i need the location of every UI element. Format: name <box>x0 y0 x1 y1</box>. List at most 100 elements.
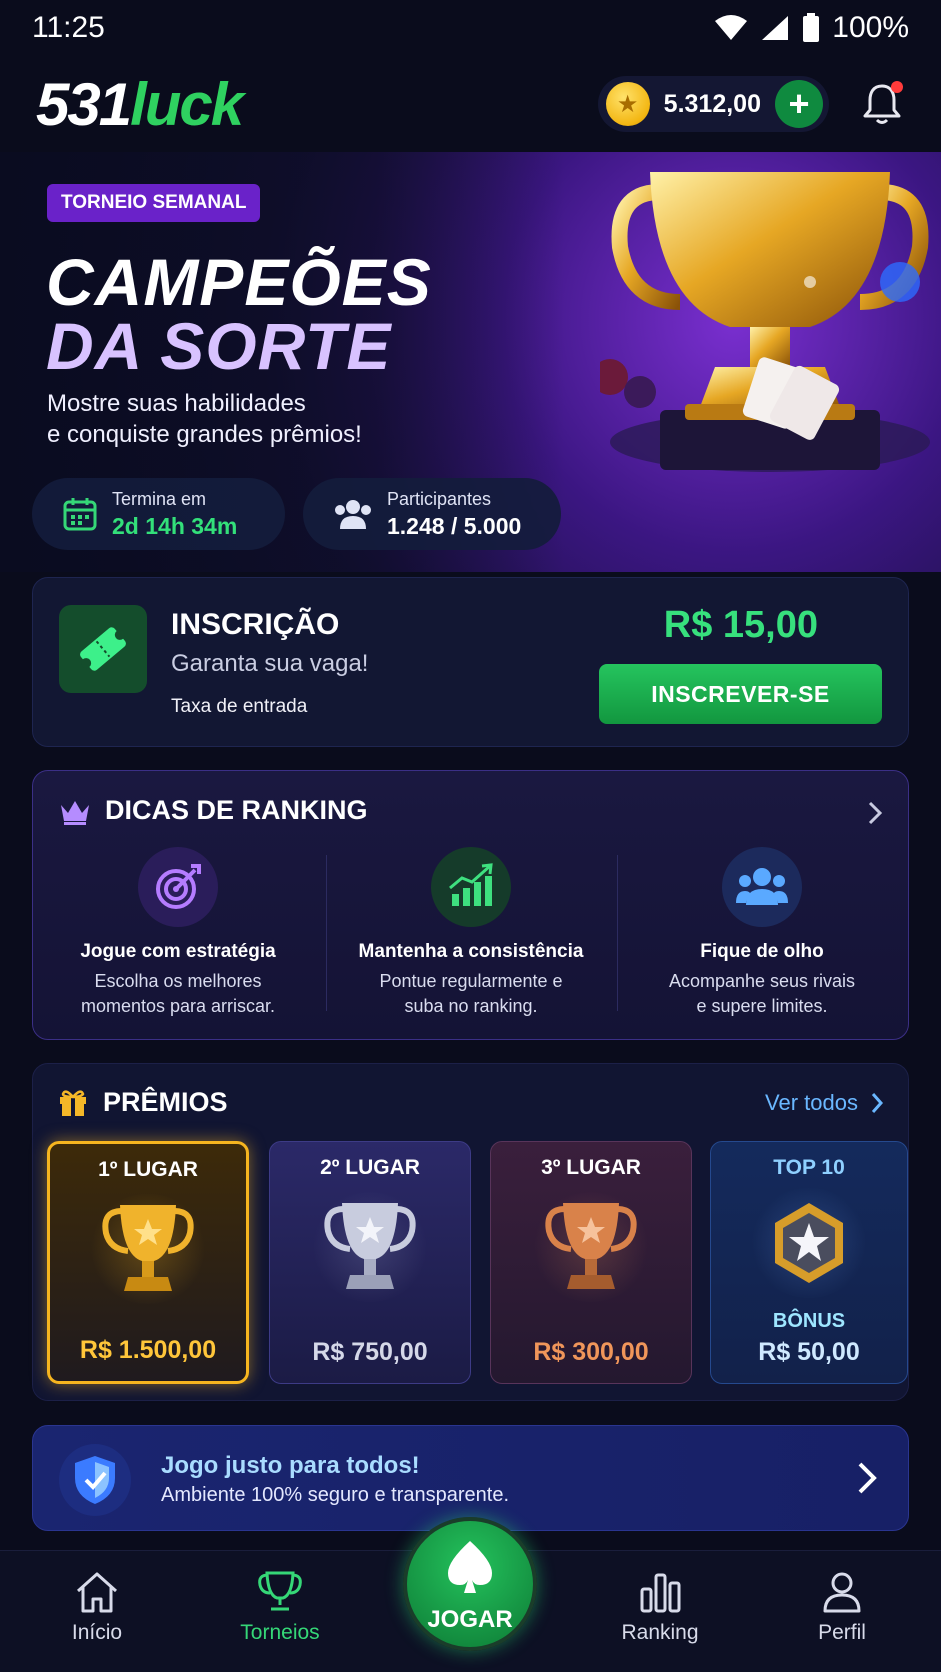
tip-text: Pontue regularmente e suba no ranking. <box>326 969 616 1019</box>
home-icon <box>76 1572 118 1613</box>
nav-profile[interactable]: Perfil <box>772 1571 912 1645</box>
ticket-icon <box>59 605 147 693</box>
ranking-tips-header: DICAS DE RANKING <box>59 795 368 826</box>
app-logo[interactable]: 531luck <box>36 70 244 139</box>
play-label: JOGAR <box>427 1606 513 1633</box>
tip-text-line1: Escolha os melhores <box>94 971 262 991</box>
prize-value: R$ 300,00 <box>533 1338 649 1366</box>
nav-home[interactable]: Início <box>27 1571 167 1645</box>
participants-icon <box>335 500 371 529</box>
bonus-label: BÔNUS <box>772 1310 846 1332</box>
tip-text-line1: Acompanhe seus rivais <box>668 971 856 991</box>
prizes-card: PRÊMIOS Ver todos 1º LUGAR R$ 1.500,00 2… <box>32 1063 909 1401</box>
gift-icon <box>60 1090 86 1116</box>
balance-pill[interactable]: ★ 5.312,00 + <box>597 76 829 132</box>
silver-trophy-icon <box>310 1192 430 1302</box>
nav-ranking-label: Ranking <box>621 1621 699 1644</box>
status-time: 11:25 <box>32 11 105 44</box>
prize-first-place[interactable]: 1º LUGAR R$ 1.500,00 <box>47 1141 249 1384</box>
tournament-hero-banner: TORNEIO SEMANAL CAMPEÕES DA SORTE Mostre… <box>0 152 941 572</box>
user-icon <box>823 1572 861 1613</box>
entry-fee-label: Taxa de entrada <box>171 696 308 717</box>
register-button[interactable]: INSCREVER-SE <box>599 664 882 724</box>
nav-ranking[interactable]: Ranking <box>590 1571 730 1645</box>
balance-value: 5.312,00 <box>663 89 761 118</box>
tip-text: Escolha os melhores momentos para arrisc… <box>33 969 323 1019</box>
wifi-icon <box>715 15 748 40</box>
prizes-header: PRÊMIOS <box>57 1086 228 1118</box>
nav-tournaments-label: Torneios <box>240 1621 320 1644</box>
prize-label: 3º LUGAR <box>541 1156 641 1179</box>
prize-second-place[interactable]: 2º LUGAR R$ 750,00 <box>269 1141 471 1384</box>
bottom-navigation: Início Torneios JOGAR Ranking Perfil <box>0 1517 941 1672</box>
tip-title: Mantenha a consistência <box>358 941 584 962</box>
fair-play-subtitle: Ambiente 100% seguro e transparente. <box>161 1484 509 1506</box>
tip-strategy: Jogue com estratégia Escolha os melhores… <box>33 847 323 1019</box>
logo-word: luck <box>130 70 244 138</box>
prize-label: 1º LUGAR <box>98 1158 198 1181</box>
notifications-button[interactable] <box>859 81 905 127</box>
prize-top-ten[interactable]: TOP 10 BÔNUS R$ 50,00 <box>710 1141 908 1384</box>
tip-text-line2: e supere limites. <box>696 996 828 1016</box>
participants-pill: Participantes 1.248 / 5.000 <box>303 478 561 550</box>
gold-trophy-icon <box>88 1194 208 1304</box>
hero-subtitle: Mostre suas habilidades e conquiste gran… <box>47 388 362 450</box>
fair-play-title: Jogo justo para todos! <box>161 1452 420 1479</box>
tournament-type-badge: TORNEIO SEMANAL <box>47 184 261 222</box>
add-funds-button[interactable]: + <box>775 80 823 128</box>
see-all-prizes-link[interactable]: Ver todos <box>765 1090 884 1116</box>
play-button[interactable]: JOGAR <box>403 1517 537 1651</box>
participants-label: Participantes <box>387 488 492 509</box>
tip-text-line2: suba no ranking. <box>404 996 538 1016</box>
tip-text: Acompanhe seus rivais e supere limites. <box>617 969 907 1019</box>
status-icons: 100% <box>714 11 909 45</box>
trophy-icon <box>258 1571 302 1611</box>
hero-subtitle-line2: e conquiste grandes prêmios! <box>47 421 362 448</box>
registration-title: INSCRIÇÃO <box>171 608 340 641</box>
chevron-right-icon <box>858 1462 877 1494</box>
cell-signal-icon <box>762 16 789 40</box>
trophy-illustration <box>600 172 930 472</box>
prizes-title: PRÊMIOS <box>103 1086 228 1117</box>
tip-text-line2: momentos para arriscar. <box>80 996 276 1016</box>
chevron-right-icon[interactable] <box>866 799 884 827</box>
battery-percent: 100% <box>832 11 909 44</box>
status-bar: 11:25 100% <box>0 0 941 56</box>
nav-profile-label: Perfil <box>818 1621 866 1644</box>
star-medal-icon <box>749 1188 869 1298</box>
nav-home-label: Início <box>71 1621 123 1644</box>
prize-label: 2º LUGAR <box>320 1156 420 1179</box>
coin-icon: ★ <box>605 82 650 126</box>
notification-dot <box>891 81 903 93</box>
entry-fee-price: R$ 15,00 <box>663 604 818 646</box>
prize-third-place[interactable]: 3º LUGAR R$ 300,00 <box>490 1141 692 1384</box>
registration-subtitle: Garanta sua vaga! <box>171 650 369 677</box>
prize-label: TOP 10 <box>773 1156 845 1179</box>
tip-watch: Fique de olho Acompanhe seus rivais e su… <box>617 847 907 1019</box>
logo-number: 531 <box>36 70 132 138</box>
nav-tournaments[interactable]: Torneios <box>210 1571 350 1645</box>
tip-text-line1: Pontue regularmente e <box>379 971 563 991</box>
target-icon <box>138 847 218 927</box>
calendar-icon <box>63 498 97 531</box>
prize-value: R$ 50,00 <box>758 1338 860 1366</box>
tip-consistency: Mantenha a consistência Pontue regularme… <box>326 847 616 1019</box>
ends-in-value: 2d 14h 34m <box>112 512 238 539</box>
prize-value: R$ 750,00 <box>312 1338 428 1366</box>
growth-chart-icon <box>431 847 511 927</box>
app-header: 531luck ★ 5.312,00 + <box>0 56 941 152</box>
ranking-tips-title: DICAS DE RANKING <box>105 795 368 825</box>
participants-value: 1.248 / 5.000 <box>387 512 522 539</box>
bar-chart-icon <box>640 1573 681 1613</box>
battery-icon <box>803 13 820 42</box>
tip-title: Jogue com estratégia <box>80 941 276 962</box>
ranking-tips-card[interactable]: DICAS DE RANKING Jogue com estratégia Es… <box>32 770 909 1040</box>
fair-play-banner[interactable]: Jogo justo para todos! Ambiente 100% seg… <box>32 1425 909 1531</box>
chevron-right-icon <box>871 1093 884 1113</box>
registration-card: INSCRIÇÃO Garanta sua vaga! Taxa de entr… <box>32 577 909 747</box>
ends-in-label: Termina em <box>112 488 207 509</box>
bronze-trophy-icon <box>531 1192 651 1302</box>
ends-in-pill: Termina em 2d 14h 34m <box>32 478 285 550</box>
crown-icon <box>61 800 89 825</box>
users-icon <box>722 847 802 927</box>
